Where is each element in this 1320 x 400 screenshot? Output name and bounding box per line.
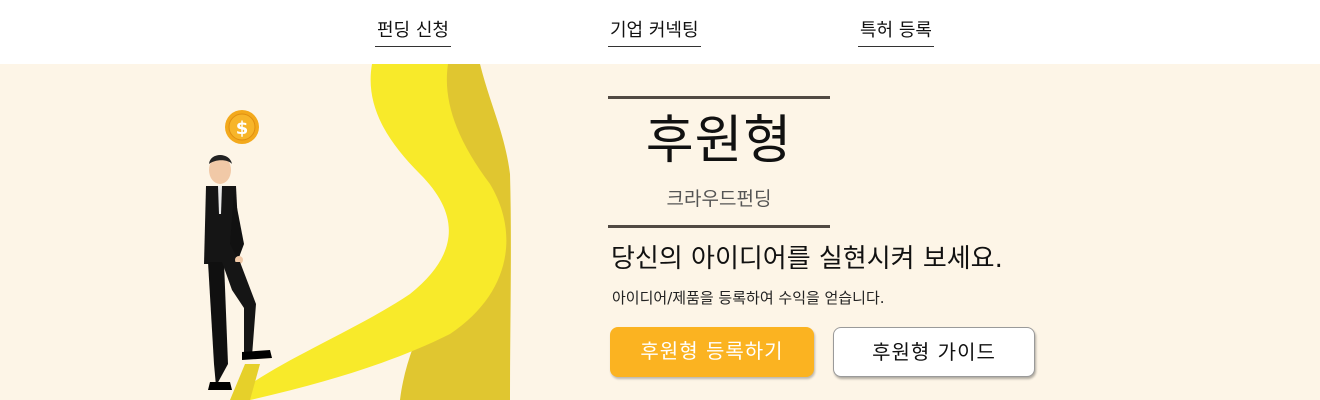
nav-item-company-connecting[interactable]: 기업 커넥팅 (608, 18, 701, 47)
businessman-icon (204, 155, 272, 390)
sponsorship-guide-button[interactable]: 후원형 가이드 (833, 327, 1035, 377)
register-sponsorship-button[interactable]: 후원형 등록하기 (610, 327, 814, 377)
page-subtitle: 크라우드펀딩 (666, 188, 772, 210)
hero-description: 아이디어/제품을 등록하여 수익을 얻습니다. (612, 289, 885, 307)
hero-banner: $ 후원형 크라우드펀딩 당신의 아이디어를 실현시켜 보세요. 아이디어/제품… (0, 64, 1320, 400)
nav-item-funding-apply[interactable]: 펀딩 신청 (375, 18, 451, 47)
hero-headline: 당신의 아이디어를 실현시켜 보세요. (611, 244, 1003, 274)
svg-text:$: $ (236, 118, 249, 139)
dollar-coin-icon: $ (225, 110, 259, 144)
road-climbing-illustration: $ (204, 64, 511, 400)
top-navigation: 펀딩 신청 기업 커넥팅 특허 등록 (0, 0, 1320, 64)
page-title: 후원형 (645, 111, 793, 171)
title-block: 후원형 크라우드펀딩 (608, 96, 830, 228)
nav-item-patent-registration[interactable]: 특허 등록 (858, 18, 934, 47)
